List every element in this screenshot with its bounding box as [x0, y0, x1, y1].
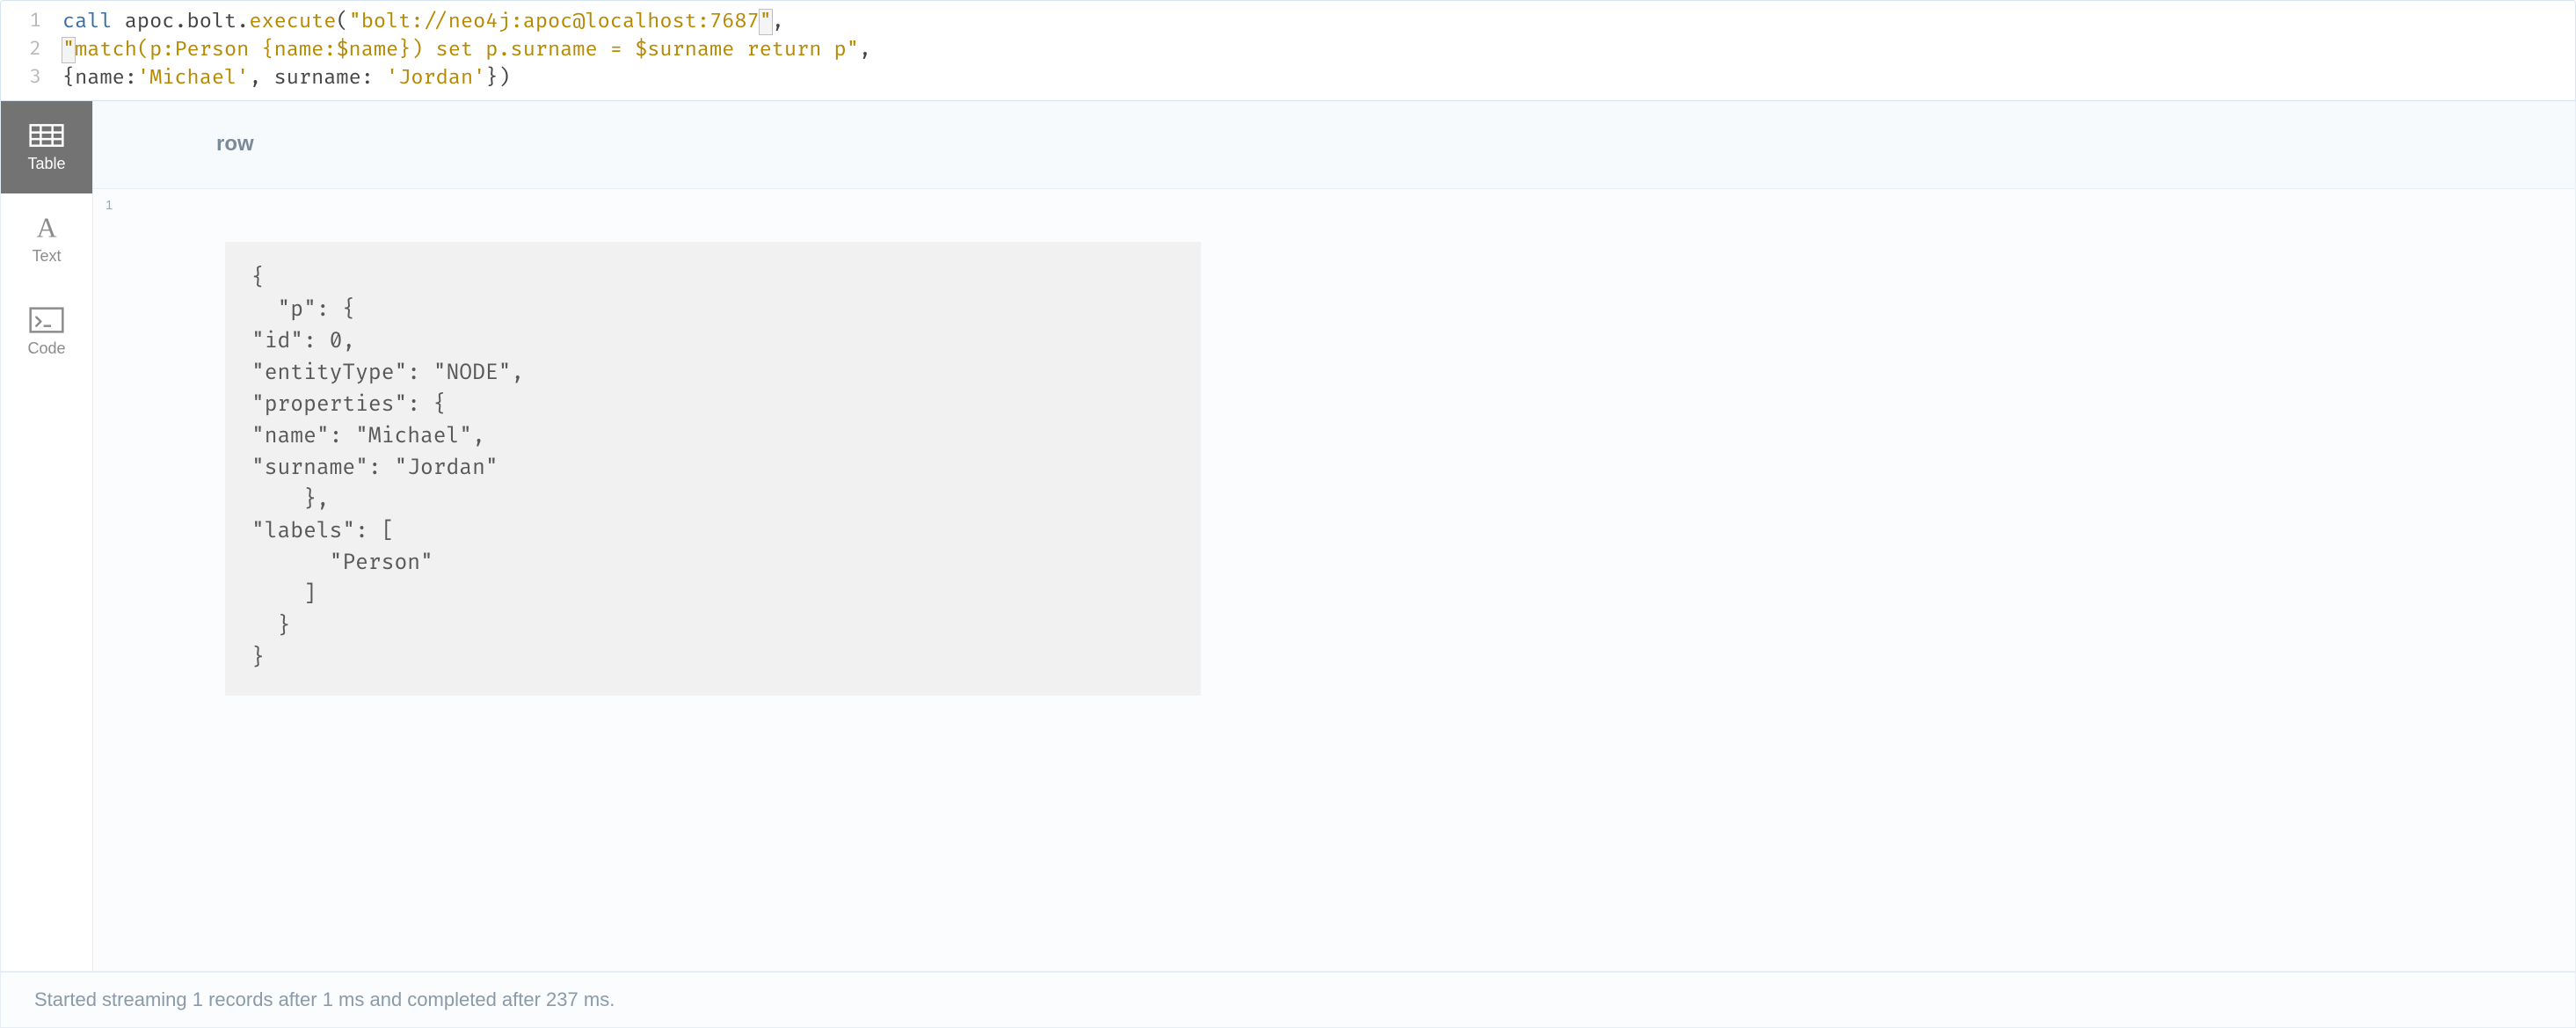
result-row: 1 { "p": { "id": 0, "entityType": "NODE"… [93, 189, 2575, 971]
cypher-editor[interactable]: 1 call apoc.bolt.execute("bolt://neo4j:a… [0, 0, 2576, 101]
status-bar: Started streaming 1 records after 1 ms a… [0, 972, 2576, 1028]
results-body: row 1 { "p": { "id": 0, "entityType": "N… [93, 101, 2575, 971]
result-json[interactable]: { "p": { "id": 0, "entityType": "NODE", … [225, 242, 1201, 696]
svg-text:A: A [36, 214, 56, 242]
code-line-2[interactable]: 2 "match(p:Person {name:$name}) set p.su… [1, 36, 2575, 64]
code-line-1[interactable]: 1 call apoc.bolt.execute("bolt://neo4j:a… [1, 8, 2575, 36]
tab-label: Code [27, 339, 65, 358]
code-content: "match(p:Person {name:$name}) set p.surn… [62, 36, 2575, 64]
status-text: Started streaming 1 records after 1 ms a… [34, 988, 615, 1010]
text-icon: A [29, 214, 64, 242]
code-icon [29, 306, 64, 334]
line-number: 3 [1, 64, 62, 92]
table-icon [29, 121, 64, 149]
line-number: 2 [1, 36, 62, 64]
column-header-row: row [216, 132, 254, 157]
tab-label: Text [32, 247, 61, 266]
tab-label: Table [27, 155, 65, 173]
code-content: call apoc.bolt.execute("bolt://neo4j:apo… [62, 8, 2575, 36]
tab-table[interactable]: Table [1, 101, 92, 193]
tab-code[interactable]: Code [1, 286, 92, 378]
tab-text[interactable]: A Text [1, 193, 92, 286]
row-number: 1 [106, 198, 113, 213]
results-pane: Table A Text Code row 1 { "p": { "id": 0… [0, 101, 2576, 972]
code-content: {name:'Michael', surname: 'Jordan'}) [62, 64, 2575, 92]
line-number: 1 [1, 8, 62, 36]
view-mode-tabs: Table A Text Code [1, 101, 93, 971]
code-line-3[interactable]: 3 {name:'Michael', surname: 'Jordan'}) [1, 64, 2575, 92]
results-header: row [93, 101, 2575, 189]
